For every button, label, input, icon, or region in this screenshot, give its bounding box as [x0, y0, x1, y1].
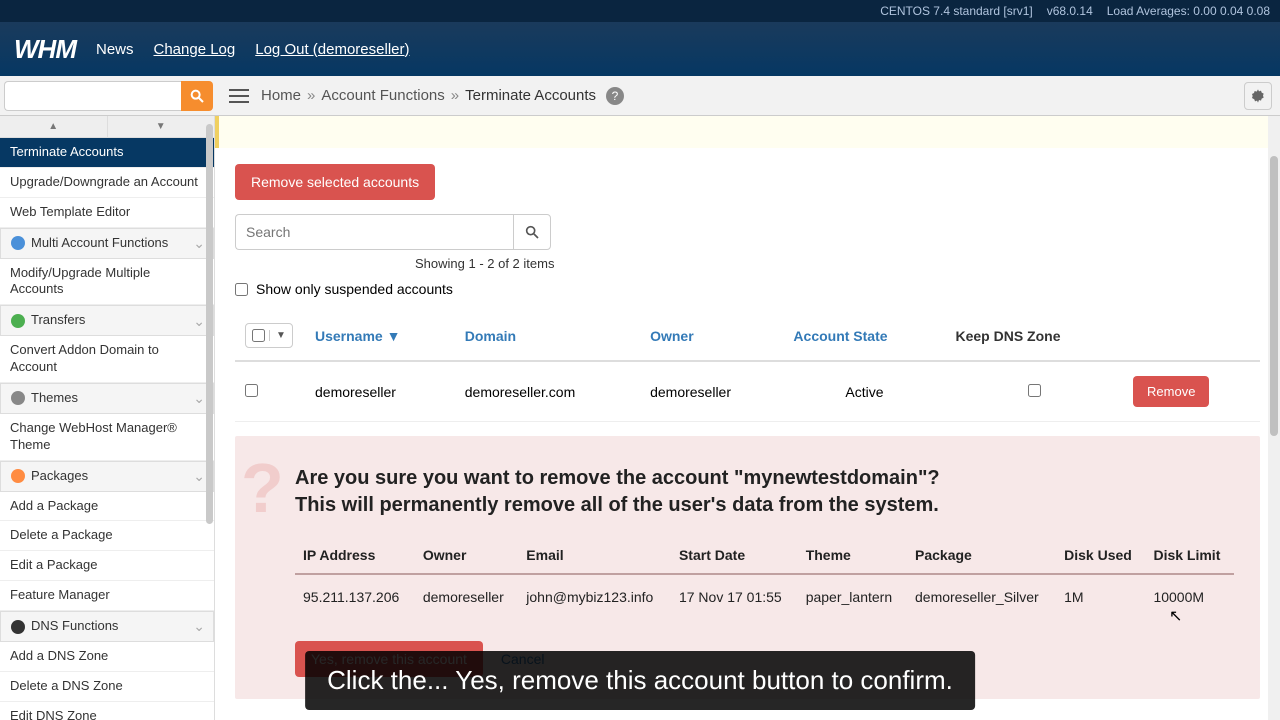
changelog-link[interactable]: Change Log: [154, 41, 236, 58]
sidebar-item-dns-functions[interactable]: DNS Functions: [0, 611, 214, 642]
sidebar-item-change-webhost-manager-theme[interactable]: Change WebHost Manager® Theme: [0, 414, 214, 461]
select-all-checkbox[interactable]: [252, 329, 265, 342]
sidebar-item-delete-a-dns-zone[interactable]: Delete a DNS Zone: [0, 672, 214, 702]
col-owner[interactable]: Owner: [640, 311, 783, 361]
system-status-bar: CENTOS 7.4 standard [srv1] v68.0.14 Load…: [0, 0, 1280, 22]
sidebar-item-transfers[interactable]: Transfers: [0, 305, 214, 336]
cell-state: Active: [783, 361, 945, 422]
keep-dns-checkbox[interactable]: [1028, 384, 1041, 397]
detail-row: 95.211.137.206 demoreseller john@mybiz12…: [295, 574, 1234, 619]
tutorial-caption: Click the... Yes, remove this account bu…: [305, 651, 975, 710]
sidebar-item-add-a-package[interactable]: Add a Package: [0, 492, 214, 522]
select-all-dropdown[interactable]: ▼: [245, 323, 293, 348]
sidebar: ▲ ▼ Terminate AccountsUpgrade/Downgrade …: [0, 116, 215, 720]
section-icon: [11, 469, 25, 483]
col-domain[interactable]: Domain: [455, 311, 640, 361]
confirm-line-2: This will permanently remove all of the …: [295, 494, 1234, 517]
toolbar: Home » Account Functions » Terminate Acc…: [0, 76, 1280, 116]
cell-owner: demoreseller: [640, 361, 783, 422]
sidebar-item-modify-upgrade-multiple-accounts[interactable]: Modify/Upgrade Multiple Accounts: [0, 259, 214, 306]
dcell-owner: demoreseller: [415, 574, 518, 619]
remove-row-button[interactable]: Remove: [1133, 376, 1209, 407]
global-search-input[interactable]: [4, 81, 181, 111]
sidebar-item-edit-a-package[interactable]: Edit a Package: [0, 551, 214, 581]
sidebar-item-terminate-accounts[interactable]: Terminate Accounts: [0, 138, 214, 168]
dcell-email: john@mybiz123.info: [518, 574, 671, 619]
col-state[interactable]: Account State: [783, 311, 945, 361]
logout-link[interactable]: Log Out (demoreseller): [255, 41, 409, 58]
breadcrumb-sep: »: [451, 87, 459, 104]
sidebar-scroll-up[interactable]: ▲: [0, 116, 108, 137]
main-scrollbar[interactable]: [1270, 156, 1278, 436]
section-icon: [11, 620, 25, 634]
load-averages: Load Averages: 0.00 0.04 0.08: [1107, 4, 1270, 18]
gear-icon: [1250, 88, 1266, 104]
account-detail-table: IP Address Owner Email Start Date Theme …: [295, 537, 1234, 619]
sidebar-item-edit-dns-zone[interactable]: Edit DNS Zone: [0, 702, 214, 720]
sidebar-item-themes[interactable]: Themes: [0, 383, 214, 414]
sidebar-item-upgrade-downgrade-an-account[interactable]: Upgrade/Downgrade an Account: [0, 168, 214, 198]
dcell-start: 17 Nov 17 01:55: [671, 574, 798, 619]
dcol-ip: IP Address: [295, 537, 415, 574]
section-icon: [11, 391, 25, 405]
dcol-email: Email: [518, 537, 671, 574]
breadcrumb-sep: »: [307, 87, 315, 104]
account-search-button[interactable]: [513, 214, 551, 250]
version-label: v68.0.14: [1047, 4, 1093, 18]
section-icon: [11, 236, 25, 250]
cell-username: demoreseller: [305, 361, 455, 422]
table-row: demoreseller demoreseller.com demoresell…: [235, 361, 1260, 422]
sidebar-item-feature-manager[interactable]: Feature Manager: [0, 581, 214, 611]
dcell-package: demoreseller_Silver: [907, 574, 1056, 619]
dcell-limit: 10000M: [1145, 574, 1234, 619]
remove-selected-button[interactable]: Remove selected accounts: [235, 164, 435, 200]
sidebar-toggle[interactable]: [223, 89, 255, 103]
sidebar-scrollbar[interactable]: [206, 124, 213, 524]
app-header: WHM News Change Log Log Out (demoreselle…: [0, 22, 1280, 76]
dcol-limit: Disk Limit: [1145, 537, 1234, 574]
chevron-down-icon: ▼: [269, 330, 286, 341]
account-search-input[interactable]: [235, 214, 513, 250]
cell-domain: demoreseller.com: [455, 361, 640, 422]
sidebar-item-convert-addon-domain-to-account[interactable]: Convert Addon Domain to Account: [0, 336, 214, 383]
suspended-checkbox[interactable]: [235, 283, 248, 296]
dcell-theme: paper_lantern: [798, 574, 907, 619]
section-icon: [11, 314, 25, 328]
search-icon: [524, 224, 540, 240]
sidebar-item-multi-account-functions[interactable]: Multi Account Functions: [0, 228, 214, 259]
dcell-used: 1M: [1056, 574, 1145, 619]
dcol-start: Start Date: [671, 537, 798, 574]
breadcrumb-home[interactable]: Home: [261, 87, 301, 104]
sidebar-scroll-down[interactable]: ▼: [108, 116, 215, 137]
results-count: Showing 1 - 2 of 2 items: [235, 256, 1260, 271]
dcell-ip: 95.211.137.206: [295, 574, 415, 619]
main-content: Remove selected accounts Showing 1 - 2 o…: [215, 116, 1280, 720]
news-link[interactable]: News: [96, 41, 134, 58]
dcol-theme: Theme: [798, 537, 907, 574]
breadcrumb-current: Terminate Accounts: [465, 87, 596, 104]
breadcrumb-section[interactable]: Account Functions: [321, 87, 444, 104]
whm-logo: WHM: [14, 34, 76, 65]
os-label: CENTOS 7.4 standard [srv1]: [880, 4, 1033, 18]
suspended-filter[interactable]: Show only suspended accounts: [235, 281, 1260, 297]
confirm-line-1: Are you sure you want to remove the acco…: [295, 464, 1234, 492]
row-checkbox[interactable]: [245, 384, 258, 397]
col-username[interactable]: Username ▼: [305, 311, 455, 361]
dcol-used: Disk Used: [1056, 537, 1145, 574]
search-icon: [189, 88, 205, 104]
sidebar-item-web-template-editor[interactable]: Web Template Editor: [0, 198, 214, 228]
col-dns: Keep DNS Zone: [945, 311, 1123, 361]
sidebar-item-add-a-dns-zone[interactable]: Add a DNS Zone: [0, 642, 214, 672]
sidebar-item-delete-a-package[interactable]: Delete a Package: [0, 521, 214, 551]
settings-button[interactable]: [1244, 82, 1272, 110]
sidebar-item-packages[interactable]: Packages: [0, 461, 214, 492]
accounts-table: ▼ Username ▼ Domain Owner Account State …: [235, 311, 1260, 422]
dcol-package: Package: [907, 537, 1056, 574]
global-search-button[interactable]: [181, 81, 213, 111]
notice-banner: [215, 116, 1280, 148]
suspended-label: Show only suspended accounts: [256, 281, 453, 297]
breadcrumb: Home » Account Functions » Terminate Acc…: [261, 87, 624, 105]
help-icon[interactable]: ?: [606, 87, 624, 105]
dcol-owner: Owner: [415, 537, 518, 574]
